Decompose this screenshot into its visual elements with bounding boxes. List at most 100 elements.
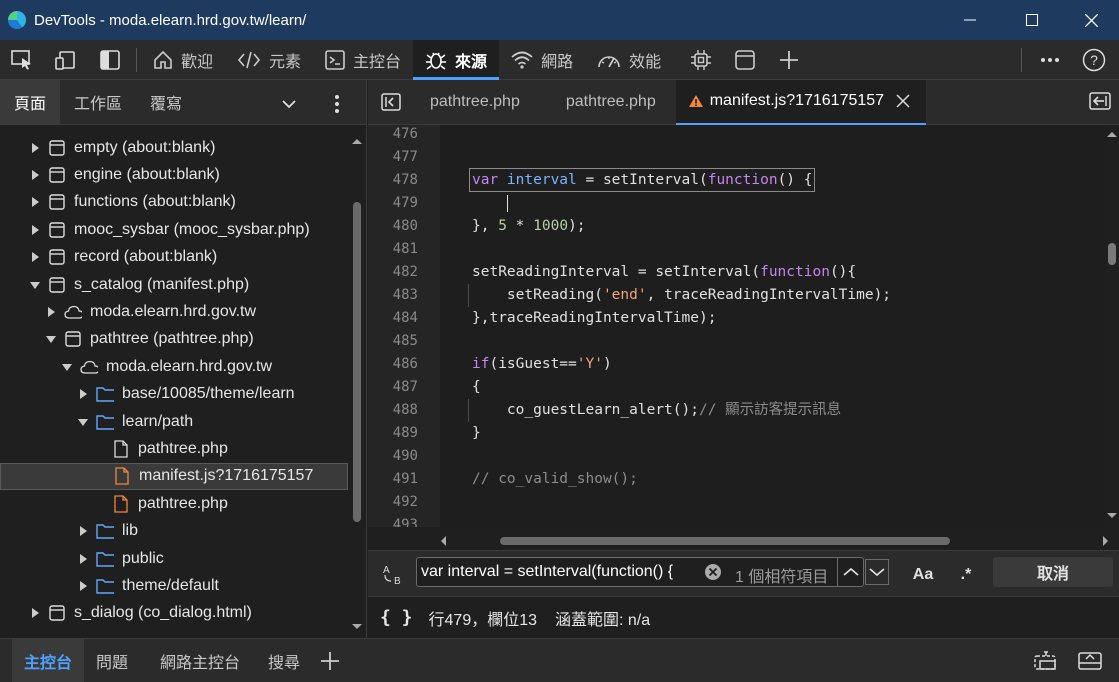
tree-item[interactable]: base/10085/theme/learn [0, 381, 348, 408]
tree-toggle[interactable] [28, 606, 42, 620]
line-number[interactable]: 492 [368, 491, 418, 514]
scroll-thumb[interactable] [500, 537, 950, 545]
tree-toggle[interactable] [76, 415, 90, 429]
drawer-tab-search[interactable]: 搜尋 [256, 639, 312, 682]
tree-item[interactable]: pathtree (pathtree.php) [0, 326, 348, 353]
code-vertical-scrollbar[interactable] [1105, 125, 1119, 527]
line-number[interactable]: 478 [368, 169, 418, 192]
tree-toggle[interactable] [44, 332, 58, 346]
dock-drawer-button[interactable] [1032, 651, 1058, 676]
line-number[interactable]: 491 [368, 468, 418, 491]
line-number[interactable]: 485 [368, 330, 418, 353]
tab-console[interactable]: 主控台 [313, 40, 413, 80]
tree-item[interactable]: theme/default [0, 572, 348, 599]
code-line[interactable]: setReading('end', traceReadingIntervalTi… [472, 284, 891, 307]
tab-network[interactable]: 網路 [499, 40, 585, 80]
editor-tab-manifest[interactable]: manifest.js?1716175157 [675, 79, 927, 125]
pretty-print-button[interactable]: { } [380, 607, 413, 628]
inspect-element-button[interactable] [0, 40, 44, 80]
tree-item[interactable]: pathtree.php [0, 435, 348, 462]
more-tools-button[interactable] [767, 40, 811, 80]
toggle-debugger-button[interactable] [1089, 92, 1111, 115]
navigator-scrollbar[interactable] [350, 132, 364, 638]
tree-item[interactable]: learn/path [0, 408, 348, 435]
tree-toggle[interactable] [76, 387, 90, 401]
tree-item[interactable]: functions (about:blank) [0, 189, 348, 216]
tree-toggle[interactable] [76, 552, 90, 566]
code-content[interactable]: var interval = setInterval(function() {}… [440, 125, 1105, 527]
next-match-button[interactable] [865, 559, 889, 585]
cancel-search-button[interactable]: 取消 [993, 557, 1113, 587]
tree-item[interactable]: record (about:blank) [0, 244, 348, 271]
replace-toggle-button[interactable]: AB [380, 563, 406, 585]
line-number[interactable]: 480 [368, 215, 418, 238]
tab-sources[interactable]: 來源 [413, 39, 500, 80]
tree-item[interactable]: s_catalog (manifest.php) [0, 271, 348, 298]
tab-workspace[interactable]: 工作區 [60, 80, 136, 125]
scroll-thumb[interactable] [1108, 243, 1116, 265]
line-number[interactable]: 479 [368, 192, 418, 215]
line-number[interactable]: 484 [368, 307, 418, 330]
tree-toggle[interactable] [60, 360, 74, 374]
code-view[interactable]: 476 477 478 479 480 481 482 483 484 485 486 487 488 4… [368, 125, 1119, 527]
tab-performance[interactable]: 效能 [585, 40, 673, 80]
code-line[interactable]: } [472, 422, 481, 445]
tree-item[interactable]: mooc_sysbar (mooc_sysbar.php) [0, 216, 348, 243]
minimize-button[interactable] [947, 0, 993, 40]
toggle-sidebar-button[interactable] [88, 40, 132, 80]
line-number[interactable]: 487 [368, 376, 418, 399]
close-drawer-button[interactable] [1078, 651, 1102, 676]
line-number[interactable]: 482 [368, 261, 418, 284]
search-field[interactable]: 1 個相符項目 [416, 557, 864, 587]
drawer-add-tab-button[interactable] [320, 651, 340, 671]
editor-tab-pathtree-1[interactable]: pathtree.php [414, 80, 536, 125]
line-number[interactable]: 489 [368, 422, 418, 445]
code-line[interactable]: // co_valid_show(); [472, 468, 638, 491]
code-line[interactable]: }, 5 * 1000); [472, 215, 586, 238]
line-number[interactable]: 488 [368, 399, 418, 422]
previous-match-button[interactable] [839, 559, 863, 585]
tree-item[interactable]: public [0, 545, 348, 572]
match-case-button[interactable]: Aa [908, 563, 938, 587]
tree-item[interactable]: engine (about:blank) [0, 161, 348, 188]
line-number[interactable]: 493 [368, 514, 418, 527]
tree-toggle[interactable] [76, 524, 90, 538]
tree-item[interactable]: lib [0, 518, 348, 545]
drawer-tab-network-console[interactable]: 網路主控台 [148, 639, 252, 682]
close-button[interactable] [1068, 0, 1114, 40]
tree-toggle[interactable] [76, 579, 90, 593]
customize-button[interactable] [1028, 40, 1072, 80]
code-line[interactable]: },traceReadingIntervalTime); [472, 307, 716, 330]
regex-button[interactable]: .* [952, 563, 980, 587]
tree-item[interactable]: pathtree.php [0, 490, 348, 517]
toggle-navigator-button[interactable] [368, 80, 414, 125]
tree-item[interactable]: empty (about:blank) [0, 134, 348, 161]
line-number[interactable]: 483 [368, 284, 418, 307]
code-line[interactable]: if(isGuest=='Y') [472, 353, 612, 376]
tree-item[interactable]: moda.elearn.hrd.gov.tw [0, 298, 348, 325]
tree-toggle[interactable] [28, 250, 42, 264]
help-button[interactable]: ? [1072, 40, 1116, 80]
code-line[interactable]: var interval = setInterval(function() { [468, 168, 816, 192]
search-input[interactable] [417, 563, 697, 581]
drawer-tab-console[interactable]: 主控台 [12, 638, 85, 682]
tree-toggle[interactable] [28, 278, 42, 292]
line-number[interactable]: 481 [368, 238, 418, 261]
tab-page[interactable]: 頁面 [0, 79, 61, 125]
tab-welcome[interactable]: 歡迎 [141, 40, 225, 80]
scroll-thumb[interactable] [353, 202, 361, 522]
device-emulation-button[interactable] [44, 40, 88, 80]
code-line[interactable]: co_guestLearn_alert();// 顯示訪客提示訊息 [472, 399, 841, 422]
code-horizontal-scrollbar[interactable] [440, 534, 1108, 548]
memory-tab[interactable] [679, 40, 723, 80]
code-line[interactable]: setReadingInterval = setInterval(functio… [472, 261, 856, 284]
line-number[interactable]: 476 [368, 125, 418, 146]
tab-overrides[interactable]: 覆寫 [136, 80, 196, 125]
tree-toggle[interactable] [28, 223, 42, 237]
application-tab[interactable] [723, 40, 767, 80]
tree-toggle[interactable] [44, 305, 58, 319]
tree-toggle[interactable] [28, 168, 42, 182]
more-tabs-dropdown[interactable] [282, 96, 296, 114]
tab-elements[interactable]: 元素 [225, 40, 313, 80]
tree-toggle[interactable] [28, 195, 42, 209]
